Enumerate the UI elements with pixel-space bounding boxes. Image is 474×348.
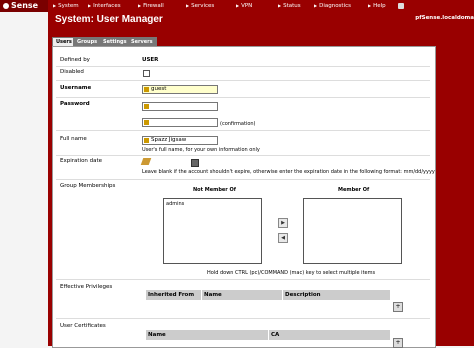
col-description: Description xyxy=(282,290,321,300)
disabled-label: Disabled xyxy=(60,69,84,75)
expiration-label: Expiration date xyxy=(60,158,103,164)
triangle-icon: ▶ xyxy=(53,3,57,8)
key-icon xyxy=(144,120,149,125)
tab-servers[interactable]: Servers xyxy=(127,37,157,46)
add-certificate-button[interactable]: + xyxy=(393,338,403,348)
username-input[interactable]: guest xyxy=(142,85,218,94)
divider xyxy=(56,97,430,98)
divider xyxy=(56,318,430,319)
col-ca: CA xyxy=(268,330,279,340)
defined-by-label: Defined by xyxy=(60,57,90,63)
menu-help[interactable]: ▶ Help xyxy=(368,0,386,12)
triangle-icon: ▶ xyxy=(236,3,240,8)
hostname: pfSense.localdoma xyxy=(415,15,474,21)
password-label: Password xyxy=(60,101,90,107)
fullname-hint: User's full name, for your own informati… xyxy=(142,147,260,153)
pfsense-logo[interactable]: Sense xyxy=(0,0,48,12)
calendar-icon[interactable] xyxy=(191,159,199,167)
add-privilege-button[interactable]: + xyxy=(393,302,403,312)
logo-icon xyxy=(3,3,9,9)
group-memberships-label: Group Memberships xyxy=(60,183,116,189)
menu-diagnostics[interactable]: ▶ Diagnostics xyxy=(314,0,351,12)
menu-firewall[interactable]: ▶ Firewall xyxy=(138,0,164,12)
certificates-table-header: Name CA xyxy=(146,330,390,340)
confirmation-note: (confirmation) xyxy=(220,121,256,127)
user-icon xyxy=(144,87,149,92)
password-input[interactable] xyxy=(142,102,218,111)
triangle-icon: ▶ xyxy=(138,3,142,8)
fullname-input[interactable]: Spazz Jigsaw xyxy=(142,136,218,145)
divider xyxy=(56,279,430,280)
move-left-button[interactable]: ◀ xyxy=(278,233,288,243)
triangle-icon: ▶ xyxy=(368,3,372,8)
divider xyxy=(56,66,430,67)
effective-privileges-label: Effective Privileges xyxy=(60,284,113,290)
menu-system[interactable]: ▶ System xyxy=(53,0,79,12)
server-icon xyxy=(398,3,404,9)
multi-select-hint: Hold down CTRL (pc)/COMMAND (mac) key to… xyxy=(207,270,376,276)
move-right-button[interactable]: ▶ xyxy=(278,218,288,228)
fullname-label: Full name xyxy=(60,136,87,142)
col-cert-name: Name xyxy=(148,332,166,338)
triangle-icon: ▶ xyxy=(314,3,318,8)
password-confirm-input[interactable] xyxy=(142,118,218,127)
menu-vpn[interactable]: ▶ VPN xyxy=(236,0,252,12)
page-title: System: User Manager xyxy=(55,14,163,25)
disabled-checkbox[interactable] xyxy=(143,70,150,77)
username-label: Username xyxy=(60,85,92,91)
col-name: Name xyxy=(201,290,222,300)
col-inherited-from: Inherited From xyxy=(148,292,195,298)
user-icon xyxy=(144,138,149,143)
member-of-list[interactable] xyxy=(303,198,402,264)
tab-settings[interactable]: Settings xyxy=(99,37,131,46)
tab-groups[interactable]: Groups xyxy=(73,37,102,46)
divider xyxy=(56,80,430,81)
user-certificates-label: User Certificates xyxy=(60,323,106,329)
user-form-panel xyxy=(52,46,436,348)
member-of-header: Member Of xyxy=(338,187,370,193)
triangle-icon: ▶ xyxy=(88,3,92,8)
defined-by-value: USER xyxy=(142,57,159,63)
menu-interfaces[interactable]: ▶ Interfaces xyxy=(88,0,121,12)
not-member-of-list[interactable]: admins xyxy=(163,198,262,264)
not-member-of-header: Not Member Of xyxy=(193,187,236,193)
expiration-hint: Leave blank if the account shouldn't exp… xyxy=(142,169,435,175)
divider xyxy=(56,179,430,180)
key-icon xyxy=(144,104,149,109)
divider xyxy=(56,130,430,131)
privileges-table-header: Inherited From Name Description xyxy=(146,290,390,300)
menu-status[interactable]: ▶ Status xyxy=(278,0,301,12)
menu-services[interactable]: ▶ Services xyxy=(186,0,214,12)
logo-text: Sense xyxy=(11,1,39,10)
list-item[interactable]: admins xyxy=(164,199,261,209)
divider xyxy=(56,155,430,156)
triangle-icon: ▶ xyxy=(278,3,282,8)
triangle-icon: ▶ xyxy=(186,3,190,8)
